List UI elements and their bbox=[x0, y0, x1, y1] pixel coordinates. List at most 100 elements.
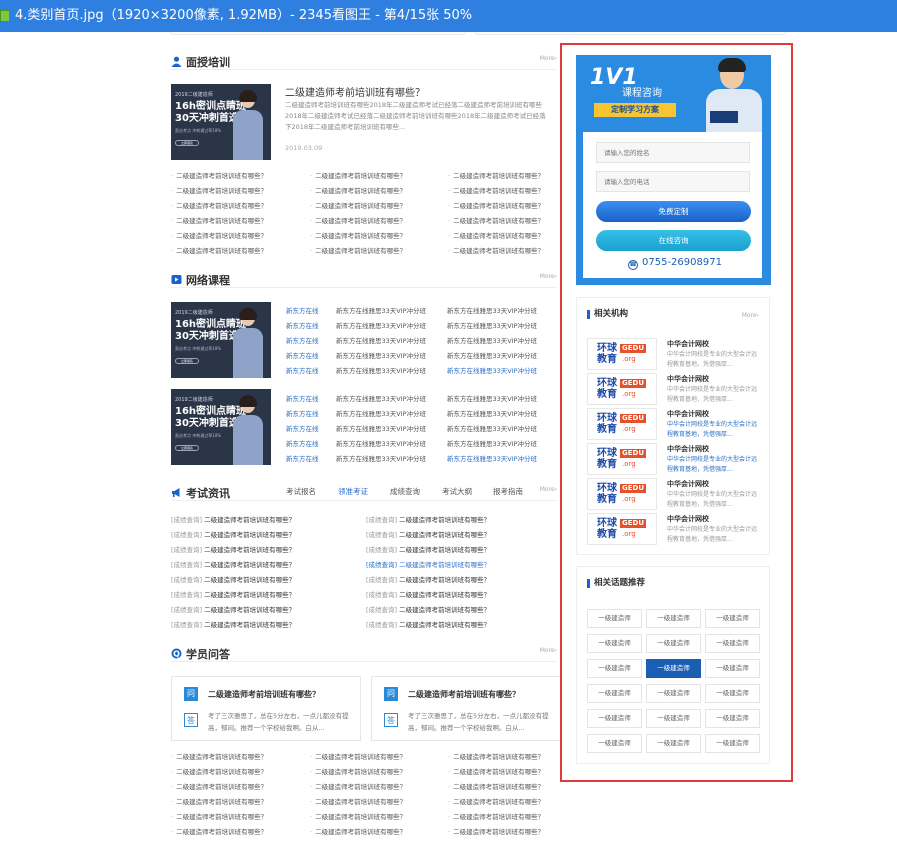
news-item[interactable]: [成绩查询] 二级建造师考前培训班有哪些？ bbox=[366, 574, 490, 584]
more-link[interactable]: More› bbox=[540, 273, 557, 280]
qa-question[interactable]: 二级建造师考前培训班有哪些？ bbox=[208, 689, 320, 700]
news-category[interactable]: [成绩查询] bbox=[366, 576, 397, 584]
topic-tag[interactable]: 一级建造师 bbox=[587, 709, 642, 728]
link-list-item[interactable]: 二级建造师考前培训班有哪些？ bbox=[310, 796, 406, 806]
news-headline[interactable]: 二级建造师考前培训班有哪些？ bbox=[399, 606, 490, 614]
link-list-item[interactable]: 二级建造师考前培训班有哪些？ bbox=[448, 230, 544, 240]
link-list-item[interactable]: 二级建造师考前培训班有哪些？ bbox=[171, 170, 267, 180]
link-list-item[interactable]: 二级建造师考前培训班有哪些？ bbox=[310, 781, 406, 791]
news-category[interactable]: [成绩查询] bbox=[171, 531, 202, 539]
course-link[interactable]: 新东方在线 bbox=[286, 320, 319, 330]
more-link[interactable]: More› bbox=[540, 55, 557, 62]
news-headline[interactable]: 二级建造师考前培训班有哪些？ bbox=[399, 561, 490, 569]
news-item[interactable]: [成绩查询] 二级建造师考前培训班有哪些？ bbox=[366, 529, 490, 539]
news-category[interactable]: [成绩查询] bbox=[366, 546, 397, 554]
link-list-item[interactable]: 二级建造师考前培训班有哪些？ bbox=[310, 215, 406, 225]
banner-button[interactable]: 立即报名 bbox=[175, 358, 199, 364]
qa-card[interactable]: 问 二级建造师考前培训班有哪些？ 答 考了三次雅思了，总在5分左右，一点儿都没有… bbox=[171, 676, 361, 741]
course-link[interactable]: 新东方在线 bbox=[286, 438, 319, 448]
news-item[interactable]: [成绩查询] 二级建造师考前培训班有哪些？ bbox=[366, 604, 490, 614]
news-category[interactable]: [成绩查询] bbox=[366, 621, 397, 629]
topic-tag[interactable]: 一级建造师 bbox=[646, 709, 701, 728]
institution-name[interactable]: 中华会计网校 bbox=[667, 514, 709, 524]
news-item[interactable]: [成绩查询] 二级建造师考前培训班有哪些？ bbox=[171, 544, 295, 554]
link-list-item[interactable]: 二级建造师考前培训班有哪些？ bbox=[310, 811, 406, 821]
news-headline[interactable]: 二级建造师考前培训班有哪些？ bbox=[399, 546, 490, 554]
news-headline[interactable]: 二级建造师考前培训班有哪些？ bbox=[204, 516, 295, 524]
link-list-item[interactable]: 二级建造师考前培训班有哪些？ bbox=[171, 185, 267, 195]
news-headline[interactable]: 二级建造师考前培训班有哪些？ bbox=[399, 531, 490, 539]
course-link[interactable]: 新东方在线雅思33天VIP冲分班 bbox=[447, 438, 537, 448]
news-category[interactable]: [成绩查询] bbox=[171, 576, 202, 584]
link-list-item[interactable]: 二级建造师考前培训班有哪些？ bbox=[171, 751, 267, 761]
course-link[interactable]: 新东方在线雅思33天VIP冲分班 bbox=[447, 305, 537, 315]
news-category[interactable]: [成绩查询] bbox=[171, 516, 202, 524]
course-link[interactable]: 新东方在线雅思33天VIP冲分班 bbox=[336, 453, 426, 463]
link-list-item[interactable]: 二级建造师考前培训班有哪些？ bbox=[448, 215, 544, 225]
news-category[interactable]: [成绩查询] bbox=[171, 606, 202, 614]
topic-tag[interactable]: 一级建造师 bbox=[646, 659, 701, 678]
news-item[interactable]: [成绩查询] 二级建造师考前培训班有哪些？ bbox=[171, 574, 295, 584]
course-link[interactable]: 新东方在线雅思33天VIP冲分班 bbox=[447, 423, 537, 433]
link-list-item[interactable]: 二级建造师考前培训班有哪些？ bbox=[171, 200, 267, 210]
course-link[interactable]: 新东方在线雅思33天VIP冲分班 bbox=[336, 305, 426, 315]
link-list-item[interactable]: 二级建造师考前培训班有哪些？ bbox=[310, 766, 406, 776]
institution-item[interactable]: 环球教育 GEDU .org 中华会计网校 中华会计网校是专业的大型会计远程教育基地，凭… bbox=[587, 338, 759, 370]
news-headline[interactable]: 二级建造师考前培训班有哪些？ bbox=[399, 516, 490, 524]
course-link[interactable]: 新东方在线雅思33天VIP冲分班 bbox=[336, 350, 426, 360]
news-headline[interactable]: 二级建造师考前培训班有哪些？ bbox=[204, 621, 295, 629]
news-item[interactable]: [成绩查询] 二级建造师考前培训班有哪些？ bbox=[366, 544, 490, 554]
course-link[interactable]: 新东方在线 bbox=[286, 350, 319, 360]
institution-name[interactable]: 中华会计网校 bbox=[667, 374, 709, 384]
topic-tag[interactable]: 一级建造师 bbox=[705, 709, 760, 728]
link-list-item[interactable]: 二级建造师考前培训班有哪些？ bbox=[448, 751, 544, 761]
institution-name[interactable]: 中华会计网校 bbox=[667, 339, 709, 349]
news-item[interactable]: [成绩查询] 二级建造师考前培训班有哪些？ bbox=[366, 619, 490, 629]
course-link[interactable]: 新东方在线雅思33天VIP冲分班 bbox=[336, 393, 426, 403]
institution-name[interactable]: 中华会计网校 bbox=[667, 409, 709, 419]
link-list-item[interactable]: 二级建造师考前培训班有哪些？ bbox=[448, 200, 544, 210]
news-headline[interactable]: 二级建造师考前培训班有哪些？ bbox=[204, 561, 295, 569]
topic-tag[interactable]: 一级建造师 bbox=[705, 659, 760, 678]
link-list-item[interactable]: 二级建造师考前培训班有哪些？ bbox=[310, 200, 406, 210]
more-link[interactable]: More› bbox=[742, 312, 759, 319]
institution-item[interactable]: 环球教育 GEDU .org 中华会计网校 中华会计网校是专业的大型会计远程教育基地，凭… bbox=[587, 408, 759, 440]
topic-tag[interactable]: 一级建造师 bbox=[646, 634, 701, 653]
qa-question[interactable]: 二级建造师考前培训班有哪些？ bbox=[408, 689, 520, 700]
news-headline[interactable]: 二级建造师考前培训班有哪些？ bbox=[204, 576, 295, 584]
topic-tag[interactable]: 一级建造师 bbox=[646, 684, 701, 703]
news-headline[interactable]: 二级建造师考前培训班有哪些？ bbox=[204, 546, 295, 554]
institution-name[interactable]: 中华会计网校 bbox=[667, 479, 709, 489]
institution-logo[interactable]: 环球教育 GEDU .org bbox=[587, 443, 657, 475]
article-title[interactable]: 二级建造师考前培训班有哪些？ bbox=[285, 84, 425, 99]
link-list-item[interactable]: 二级建造师考前培训班有哪些？ bbox=[310, 826, 406, 836]
news-category[interactable]: [成绩查询] bbox=[171, 591, 202, 599]
topic-tag[interactable]: 一级建造师 bbox=[646, 734, 701, 753]
institution-name[interactable]: 中华会计网校 bbox=[667, 444, 709, 454]
news-category[interactable]: [成绩查询] bbox=[366, 561, 397, 569]
link-list-item[interactable]: 二级建造师考前培训班有哪些？ bbox=[171, 781, 267, 791]
course-link[interactable]: 新东方在线 bbox=[286, 408, 319, 418]
news-item[interactable]: [成绩查询] 二级建造师考前培训班有哪些？ bbox=[366, 559, 490, 569]
phone-input[interactable] bbox=[596, 171, 750, 192]
news-item[interactable]: [成绩查询] 二级建造师考前培训班有哪些？ bbox=[366, 589, 490, 599]
news-headline[interactable]: 二级建造师考前培训班有哪些？ bbox=[399, 591, 490, 599]
news-item[interactable]: [成绩查询] 二级建造师考前培训班有哪些？ bbox=[171, 529, 295, 539]
news-item[interactable]: [成绩查询] 二级建造师考前培训班有哪些？ bbox=[171, 619, 295, 629]
news-headline[interactable]: 二级建造师考前培训班有哪些？ bbox=[204, 591, 295, 599]
course-link[interactable]: 新东方在线 bbox=[286, 335, 319, 345]
course-link[interactable]: 新东方在线 bbox=[286, 453, 319, 463]
link-list-item[interactable]: 二级建造师考前培训班有哪些？ bbox=[171, 766, 267, 776]
news-headline[interactable]: 二级建造师考前培训班有哪些？ bbox=[204, 531, 295, 539]
news-category[interactable]: [成绩查询] bbox=[171, 546, 202, 554]
news-category[interactable]: [成绩查询] bbox=[366, 591, 397, 599]
link-list-item[interactable]: 二级建造师考前培训班有哪些？ bbox=[448, 781, 544, 791]
institution-logo[interactable]: 环球教育 GEDU .org bbox=[587, 408, 657, 440]
topic-tag[interactable]: 一级建造师 bbox=[587, 609, 642, 628]
name-input[interactable] bbox=[596, 142, 750, 163]
link-list-item[interactable]: 二级建造师考前培训班有哪些？ bbox=[171, 230, 267, 240]
banner-button[interactable]: 立即报名 bbox=[175, 140, 199, 146]
course-link[interactable]: 新东方在线 bbox=[286, 305, 319, 315]
link-list-item[interactable]: 二级建造师考前培训班有哪些？ bbox=[171, 245, 267, 255]
link-list-item[interactable]: 二级建造师考前培训班有哪些？ bbox=[448, 826, 544, 836]
